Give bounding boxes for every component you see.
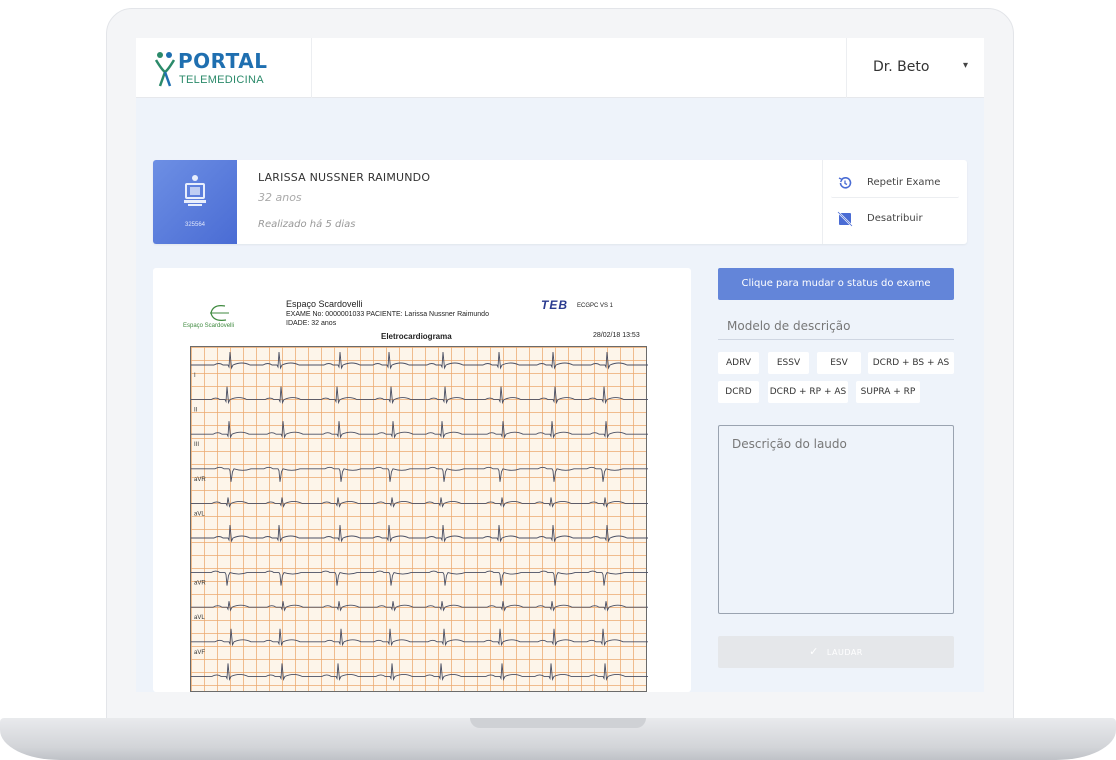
portal-logo[interactable]: PORTAL TELEMEDICINA: [136, 38, 312, 98]
ecg-grid: I II III aVR aVL aVR aVL aVF: [190, 346, 648, 692]
logo-title: PORTAL: [178, 49, 268, 73]
tag-essv[interactable]: ESSV: [768, 352, 809, 374]
clinic-logo: [210, 305, 229, 321]
ecg-trace: [191, 663, 648, 682]
device-logo: TEB: [541, 298, 568, 312]
ecg-lead-label: aVL: [194, 511, 205, 517]
logo-subtitle: TELEMEDICINA: [179, 74, 264, 86]
patient-age-info: IDADE: 32 anos: [286, 320, 337, 327]
exam-id: 325564: [184, 222, 206, 228]
ecg-device-icon: [184, 175, 206, 206]
patient-name: LARISSA NUSSNER RAIMUNDO: [258, 171, 431, 184]
patient-actions: Repetir Exame Desatribuir: [822, 160, 967, 244]
tag-supra-rp[interactable]: SUPRA + RP: [856, 381, 920, 403]
ecg-traces: IIIIIIaVRaVLaVRaVLaVF: [191, 351, 648, 682]
ecg-lead-label: III: [194, 442, 199, 448]
change-status-button[interactable]: Clique para mudar o status do exame: [718, 268, 954, 300]
patient-age: 32 anos: [258, 191, 302, 204]
chevron-down-icon: ▾: [963, 60, 969, 71]
ecg-trace: [191, 421, 648, 439]
patient-card: 325564 LARISSA NUSSNER RAIMUNDO 32 anos …: [153, 160, 967, 244]
top-navbar: PORTAL TELEMEDICINA Dr. Beto ▾: [136, 38, 984, 98]
ecg-lead-label: aVF: [194, 650, 205, 656]
ecg-lead-label: I: [194, 373, 196, 379]
ecg-header: Espaço Scardovelli Espaço Scardovelli EX…: [153, 268, 691, 348]
check-icon: ✓: [809, 645, 819, 658]
ecg-lead-label: II: [194, 408, 198, 414]
tag-esv[interactable]: ESV: [817, 352, 861, 374]
ecg-viewer[interactable]: Espaço Scardovelli Espaço Scardovelli EX…: [153, 268, 691, 692]
description-placeholder: Descrição do laudo: [732, 437, 847, 451]
exam-info: EXAME No: 0000001033 PACIENTE: Larissa N…: [286, 311, 489, 318]
laudar-label: LAUDAR: [826, 648, 863, 657]
repeat-exam-button[interactable]: Repetir Exame: [831, 168, 959, 198]
ecg-date: 28/02/18 13:53: [593, 332, 640, 339]
tag-dcrd[interactable]: DCRD: [718, 381, 759, 403]
telemedicine-logo-icon: [154, 52, 176, 87]
exam-date: Realizado há 5 dias: [258, 219, 356, 230]
user-name: Dr. Beto: [873, 59, 930, 75]
ecg-trace: [191, 524, 648, 543]
user-menu[interactable]: Dr. Beto ▾: [846, 38, 984, 98]
unassign-button[interactable]: Desatribuir: [831, 204, 959, 234]
laptop-notch: [470, 718, 646, 728]
ecg-lead-label: aVR: [194, 581, 206, 587]
device-model: ECGPC VS 1: [577, 303, 614, 309]
description-model-label: Modelo de descrição: [727, 319, 851, 333]
tag-dcrd-bs-as[interactable]: DCRD + BS + AS: [868, 352, 954, 374]
ecg-lead-label: aVR: [194, 477, 206, 483]
history-icon: [838, 176, 852, 189]
clinic-name: Espaço Scardovelli: [286, 299, 363, 309]
laudar-button[interactable]: ✓ LAUDAR: [718, 636, 954, 668]
unassign-label: Desatribuir: [867, 213, 923, 224]
description-textarea[interactable]: Descrição do laudo: [718, 425, 954, 614]
ecg-lead-label: aVL: [194, 615, 205, 621]
unassign-icon: [837, 211, 853, 227]
tag-dcrd-rp-as[interactable]: DCRD + RP + AS: [768, 381, 848, 403]
ecg-trace: [191, 351, 648, 370]
tag-adrv[interactable]: ADRV: [718, 352, 759, 374]
app-screen: PORTAL TELEMEDICINA Dr. Beto ▾ 325564 LA…: [136, 38, 984, 692]
ecg-trace: [191, 466, 648, 482]
ecg-trace: [191, 570, 648, 586]
description-model-divider: [718, 339, 954, 340]
ecg-trace: [191, 386, 648, 405]
repeat-exam-label: Repetir Exame: [867, 177, 941, 188]
exam-thumbnail[interactable]: 325564: [153, 160, 237, 244]
clinic-logo-text: Espaço Scardovelli: [183, 323, 235, 329]
ecg-trace: [191, 628, 648, 647]
ecg-trace: [191, 497, 648, 508]
ecg-title: Eletrocardiograma: [381, 332, 452, 341]
ecg-trace: [191, 601, 648, 612]
